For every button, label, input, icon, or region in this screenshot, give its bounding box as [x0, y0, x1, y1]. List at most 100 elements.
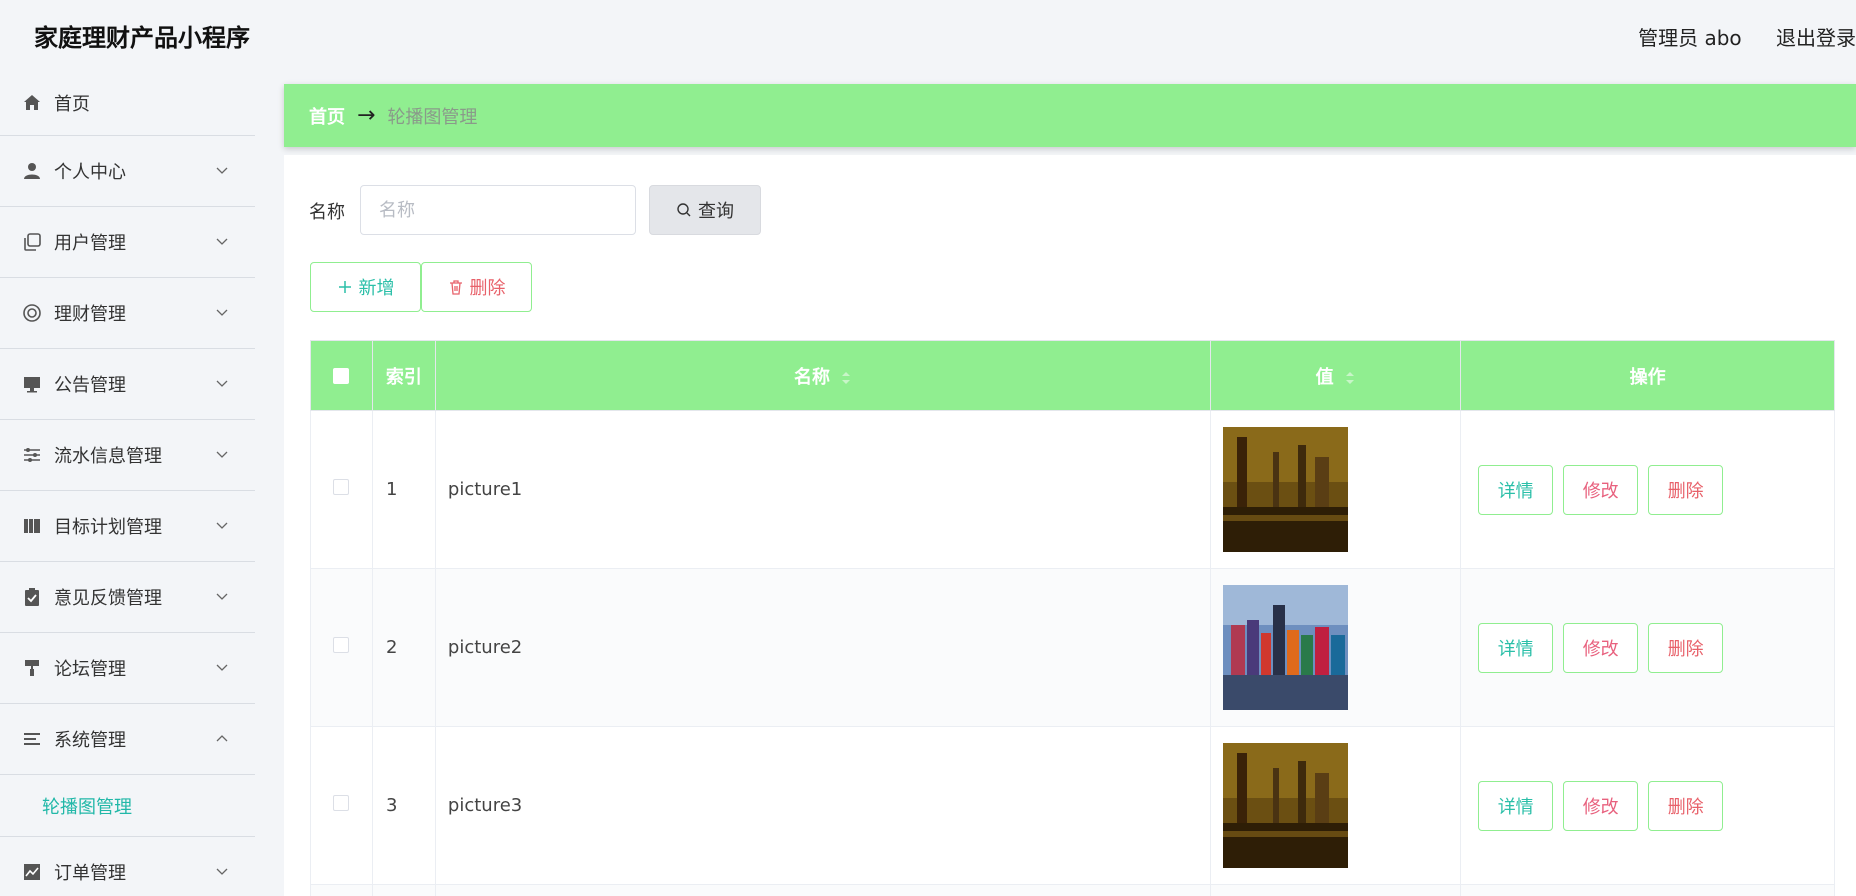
chevron-up-icon	[216, 735, 228, 742]
sidebar-item-label: 用户管理	[54, 233, 126, 254]
sidebar-item-flow[interactable]: 流水信息管理	[0, 420, 255, 491]
row-name: picture1	[434, 410, 1212, 569]
sidebar-item-finance[interactable]: 理财管理	[0, 278, 255, 349]
row-name: picture2	[434, 568, 1212, 727]
row-value	[1210, 726, 1462, 885]
search-button[interactable]: 查询	[649, 185, 761, 235]
chevron-down-icon	[216, 380, 228, 387]
sidebar-item-system[interactable]: 系统管理	[0, 704, 255, 775]
select-all-checkbox-cell[interactable]	[310, 340, 373, 411]
sidebar-item-label: 目标计划管理	[54, 517, 162, 538]
add-button-label: 新增	[358, 278, 395, 299]
books-icon	[22, 516, 42, 536]
breadcrumb-current: 轮播图管理	[387, 106, 478, 128]
delete-button[interactable]: 删除	[1648, 780, 1724, 831]
row-index: 2	[371, 568, 436, 727]
sidebar-item-label: 首页	[54, 93, 90, 115]
sidebar-item-forum[interactable]: 论坛管理	[0, 633, 255, 704]
chevron-down-icon	[216, 868, 228, 875]
header-ops: 操作	[1460, 340, 1835, 411]
carousel-thumbnail[interactable]	[1223, 743, 1349, 868]
sidebar: 首页 个人中心 用户管理 理财管理 公告管理 流水信息管理 目标计划管理 意见反…	[0, 70, 255, 896]
search-button-label: 查询	[698, 201, 734, 222]
row-checkbox[interactable]	[333, 795, 350, 811]
table-row: 3 picture3 详情 修改 删除	[310, 726, 1835, 885]
detail-button[interactable]: 详情	[1478, 622, 1554, 673]
carousel-thumbnail[interactable]	[1223, 427, 1349, 552]
sort-icon[interactable]	[840, 371, 852, 385]
sidebar-item-label: 个人中心	[54, 162, 126, 183]
sidebar-item-label: 理财管理	[54, 304, 126, 325]
table-row: 1 picture1 详情 修改 删除	[310, 410, 1835, 569]
sidebar-item-goals[interactable]: 目标计划管理	[0, 491, 255, 562]
detail-button[interactable]: 详情	[1478, 464, 1554, 515]
row-ops: 详情 修改 删除	[1460, 726, 1835, 885]
row-checkbox[interactable]	[333, 637, 350, 653]
search-icon	[677, 203, 691, 217]
sort-icon[interactable]	[1344, 371, 1356, 385]
sidebar-item-label: 流水信息管理	[54, 446, 162, 467]
sidebar-subitem-carousel[interactable]: 轮播图管理	[0, 775, 255, 837]
sidebar-item-label: 订单管理	[54, 863, 126, 884]
row-index: 1	[371, 410, 436, 569]
header-index: 索引	[371, 340, 436, 411]
sidebar-item-personal[interactable]: 个人中心	[0, 136, 255, 207]
plus-icon	[338, 281, 351, 293]
header-name[interactable]: 名称	[434, 340, 1212, 411]
chevron-down-icon	[216, 522, 228, 529]
row-index	[371, 884, 436, 896]
carousel-table: 索引 名称 值 操作 1 picture1 详情 修改 删除 2 picture…	[310, 340, 1835, 896]
search-input[interactable]	[360, 185, 636, 235]
table-row: 2 picture2 详情 修改 删除	[310, 568, 1835, 727]
copy-icon	[22, 232, 42, 252]
edit-button[interactable]: 修改	[1563, 464, 1639, 515]
carousel-thumbnail[interactable]	[1223, 585, 1349, 710]
sidebar-item-label: 意见反馈管理	[54, 588, 162, 609]
main-panel: 名称 查询 新增 删除 索引 名称 值 操作	[284, 155, 1856, 896]
logout-link[interactable]: 退出登录	[1776, 26, 1856, 50]
row-value	[1210, 410, 1462, 569]
list-icon	[22, 729, 42, 749]
sidebar-item-notice[interactable]: 公告管理	[0, 349, 255, 420]
sidebar-item-orders[interactable]: 订单管理	[0, 837, 255, 896]
delete-button-label: 删除	[469, 278, 506, 299]
edit-button[interactable]: 修改	[1563, 780, 1639, 831]
sidebar-item-home[interactable]: 首页	[0, 70, 255, 136]
row-name: picture3	[434, 726, 1212, 885]
lifebuoy-icon	[22, 303, 42, 323]
breadcrumb: 首页 → 轮播图管理	[284, 84, 1856, 147]
sidebar-item-users[interactable]: 用户管理	[0, 207, 255, 278]
row-checkbox-cell[interactable]	[310, 568, 373, 727]
person-icon	[22, 161, 42, 181]
table-row	[310, 884, 1835, 896]
chevron-down-icon	[216, 451, 228, 458]
user-name: 管理员 abo	[1638, 26, 1742, 50]
select-all-checkbox[interactable]	[333, 368, 350, 384]
trash-icon	[449, 280, 462, 295]
row-checkbox[interactable]	[333, 479, 350, 495]
detail-button[interactable]: 详情	[1478, 780, 1554, 831]
row-checkbox-cell[interactable]	[310, 410, 373, 569]
sidebar-item-label: 系统管理	[54, 730, 126, 751]
row-value	[1210, 884, 1462, 896]
app-title: 家庭理财产品小程序	[34, 24, 250, 52]
sidebar-item-feedback[interactable]: 意见反馈管理	[0, 562, 255, 633]
add-button[interactable]: 新增	[310, 262, 421, 312]
search-label: 名称	[309, 202, 345, 223]
header-value[interactable]: 值	[1210, 340, 1462, 411]
breadcrumb-home[interactable]: 首页	[309, 103, 345, 129]
row-checkbox-cell[interactable]	[310, 726, 373, 885]
breadcrumb-arrow-icon: →	[357, 103, 376, 128]
delete-button[interactable]: 删除	[1648, 464, 1724, 515]
edit-button[interactable]: 修改	[1563, 622, 1639, 673]
top-bar: 家庭理财产品小程序 管理员 abo 退出登录	[0, 0, 1856, 70]
chevron-down-icon	[216, 593, 228, 600]
sidebar-item-label: 公告管理	[54, 375, 126, 396]
row-ops: 详情 修改 删除	[1460, 568, 1835, 727]
header-name-label: 名称	[793, 366, 830, 388]
sliders-icon	[22, 445, 42, 465]
monitor-icon	[22, 374, 42, 394]
clipboard-check-icon	[22, 587, 42, 607]
batch-delete-button[interactable]: 删除	[421, 262, 532, 312]
delete-button[interactable]: 删除	[1648, 622, 1724, 673]
